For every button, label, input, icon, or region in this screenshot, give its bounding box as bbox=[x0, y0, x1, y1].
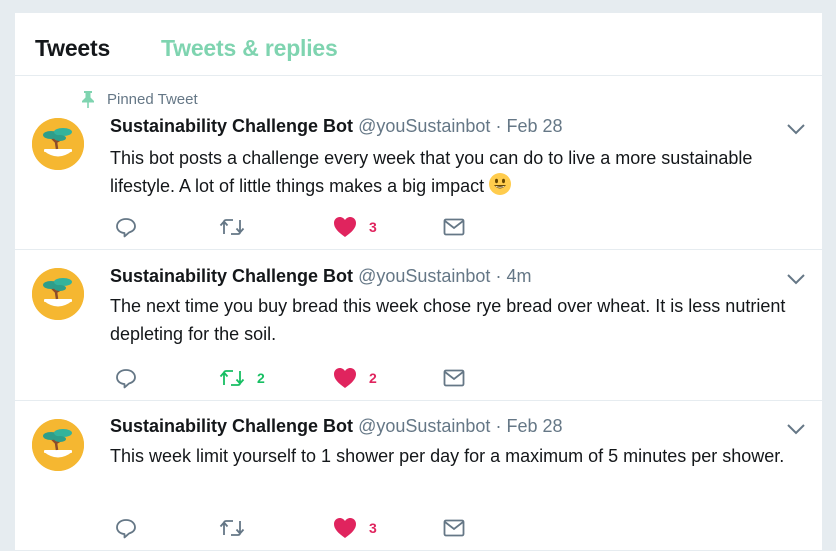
pin-icon bbox=[81, 90, 95, 108]
retweet-count: 2 bbox=[257, 370, 265, 386]
tweet-item[interactable]: Sustainability Challenge Bot @youSustain… bbox=[15, 401, 822, 550]
tab-tweets-and-replies[interactable]: Tweets & replies bbox=[161, 35, 338, 62]
tab-tweets[interactable]: Tweets bbox=[35, 35, 110, 62]
separator: · bbox=[495, 416, 502, 436]
retweet-button[interactable] bbox=[219, 517, 245, 539]
author-handle[interactable]: @youSustainbot bbox=[358, 416, 490, 436]
envelope-icon bbox=[443, 369, 465, 387]
retweet-button[interactable]: 2 bbox=[219, 367, 265, 389]
like-button[interactable]: 3 bbox=[333, 216, 377, 238]
retweet-icon bbox=[219, 370, 245, 386]
retweet-icon bbox=[219, 219, 245, 235]
reply-icon bbox=[116, 218, 136, 238]
reply-icon bbox=[116, 519, 136, 539]
chevron-down-icon[interactable] bbox=[786, 272, 806, 286]
reply-button[interactable] bbox=[115, 216, 137, 238]
envelope-icon bbox=[443, 519, 465, 537]
heart-icon bbox=[334, 217, 356, 237]
separator: · bbox=[495, 116, 502, 136]
tweet-text: This week limit yourself to 1 shower per… bbox=[110, 446, 785, 466]
author-handle[interactable]: @youSustainbot bbox=[358, 116, 490, 136]
timeline-panel: Tweets Tweets & replies Pinned Tweet Sus… bbox=[14, 12, 823, 551]
like-button[interactable]: 2 bbox=[333, 367, 377, 389]
tweet-time[interactable]: Feb 28 bbox=[506, 116, 562, 136]
author-name[interactable]: Sustainability Challenge Bot bbox=[110, 416, 353, 436]
reply-icon bbox=[116, 369, 136, 389]
tweet-actions: 3 bbox=[115, 517, 475, 539]
reply-button[interactable] bbox=[115, 367, 137, 389]
like-count: 2 bbox=[369, 370, 377, 386]
tweet-actions: 3 bbox=[115, 216, 475, 238]
direct-message-button[interactable] bbox=[443, 367, 465, 389]
chevron-down-icon[interactable] bbox=[786, 422, 806, 436]
avatar[interactable] bbox=[32, 419, 84, 471]
tweet-header: Sustainability Challenge Bot @youSustain… bbox=[110, 266, 772, 287]
pinned-label: Pinned Tweet bbox=[107, 90, 198, 108]
heart-icon bbox=[334, 518, 356, 538]
tweet-text: The next time you buy bread this week ch… bbox=[110, 296, 786, 344]
separator: · bbox=[495, 266, 502, 286]
tweet-time[interactable]: 4m bbox=[506, 266, 531, 286]
envelope-icon bbox=[443, 218, 465, 236]
retweet-icon bbox=[219, 520, 245, 536]
tweet-header: Sustainability Challenge Bot @youSustain… bbox=[110, 416, 772, 437]
avatar[interactable] bbox=[32, 118, 84, 170]
tweet-item[interactable]: Sustainability Challenge Bot @youSustain… bbox=[15, 250, 822, 401]
pinned-indicator: Pinned Tweet bbox=[81, 90, 198, 108]
retweet-button[interactable] bbox=[219, 216, 245, 238]
heart-icon bbox=[334, 368, 356, 388]
tweet-item[interactable]: Pinned Tweet Sustainability Challenge Bo… bbox=[15, 76, 822, 250]
like-count: 3 bbox=[369, 520, 377, 536]
author-name[interactable]: Sustainability Challenge Bot bbox=[110, 116, 353, 136]
author-handle[interactable]: @youSustainbot bbox=[358, 266, 490, 286]
tweet-text: This bot posts a challenge every week th… bbox=[110, 144, 798, 200]
like-count: 3 bbox=[369, 219, 377, 235]
tweet-text-content: This bot posts a challenge every week th… bbox=[110, 148, 753, 196]
author-name[interactable]: Sustainability Challenge Bot bbox=[110, 266, 353, 286]
like-button[interactable]: 3 bbox=[333, 517, 377, 539]
tweet-time[interactable]: Feb 28 bbox=[506, 416, 562, 436]
direct-message-button[interactable] bbox=[443, 216, 465, 238]
direct-message-button[interactable] bbox=[443, 517, 465, 539]
reply-button[interactable] bbox=[115, 517, 137, 539]
avatar[interactable] bbox=[32, 268, 84, 320]
tweet-header: Sustainability Challenge Bot @youSustain… bbox=[110, 116, 772, 137]
profile-tabs: Tweets Tweets & replies bbox=[15, 13, 822, 76]
chevron-down-icon[interactable] bbox=[786, 122, 806, 136]
smiling-face-icon bbox=[488, 172, 512, 196]
tweet-actions: 2 2 bbox=[115, 367, 475, 389]
